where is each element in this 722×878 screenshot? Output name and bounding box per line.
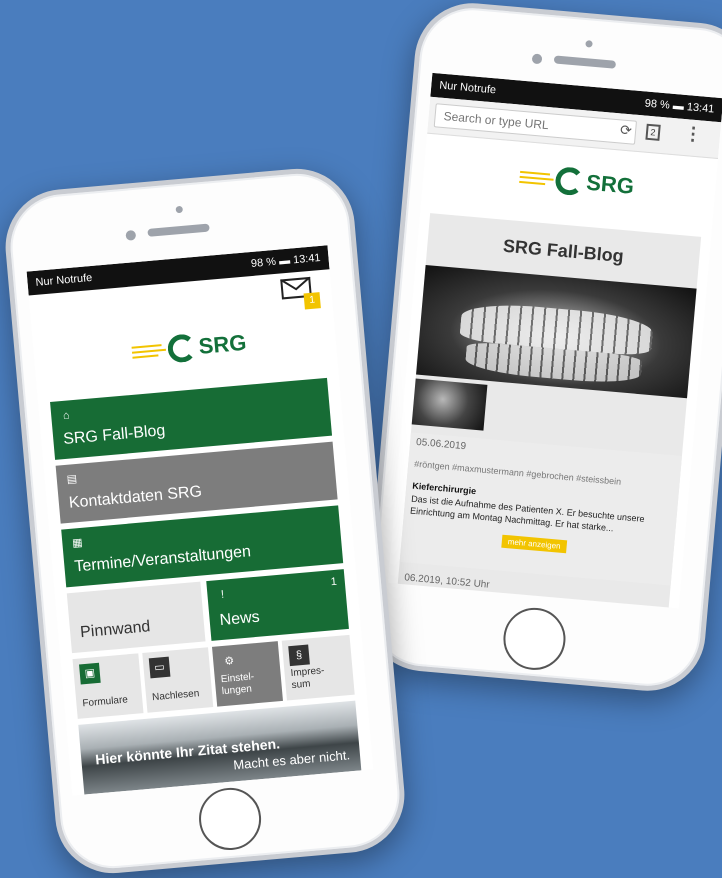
xray-thumbnail[interactable] <box>411 378 488 431</box>
exclamation-icon: ! <box>220 588 225 601</box>
logo-text: SRG <box>585 169 636 199</box>
home-button[interactable] <box>196 785 264 853</box>
tile-label: Nachlesen <box>151 688 200 704</box>
tile-label: SRG Fall-Blog <box>62 422 166 449</box>
battery-percent: 98 % <box>644 97 671 112</box>
front-sensor <box>175 205 184 214</box>
tile-label: Termine/Veranstaltungen <box>73 543 252 576</box>
post-date: 05.06.2019 <box>415 436 467 453</box>
chat-icon: ▭ <box>148 656 171 679</box>
clock: 13:41 <box>292 251 322 267</box>
phone-left: Nur Notrufe 98 % ▬ 13:41 1 SRG ⌂ SRG Fal… <box>0 164 410 878</box>
blog-section: SRG Fall-Blog 05.06.2019 #röntgen #maxmu… <box>397 213 702 609</box>
reload-icon[interactable]: ⟳ <box>619 121 632 139</box>
tile-news[interactable]: ! 1 News <box>206 569 349 641</box>
screen-left: Nur Notrufe 98 % ▬ 13:41 1 SRG ⌂ SRG Fal… <box>26 245 374 796</box>
tile-label: Formulare <box>81 694 129 710</box>
status-indicators: 98 % ▬ 13:41 <box>251 252 322 270</box>
clock: 13:41 <box>686 101 715 116</box>
more-button[interactable]: mehr anzeigen <box>501 534 568 554</box>
tile-pinnwand[interactable]: Pinnwand <box>66 581 206 654</box>
carrier-text: Nur Notrufe <box>438 79 497 97</box>
overflow-menu-icon[interactable]: ⋮ <box>683 123 703 145</box>
srg-logo: SRG <box>131 329 248 367</box>
tile-label: Einstel- lungen <box>220 671 255 698</box>
tile-nachlesen[interactable]: ▭ Nachlesen <box>142 647 214 713</box>
front-sensor <box>585 40 593 48</box>
battery-icon: ▬ <box>672 99 685 113</box>
calendar-icon: ▦ <box>71 536 84 550</box>
status-indicators: 98 % ▬ 13:41 <box>644 97 715 115</box>
home-icon: ⌂ <box>62 409 71 422</box>
tile-label: Pinnwand <box>79 618 152 642</box>
mail-badge: 1 <box>303 292 321 310</box>
screen-right: Nur Notrufe 98 % ▬ 13:41 ⟳ 2 ⋮ SRG SRG F… <box>387 72 722 609</box>
logo-lines <box>131 342 167 361</box>
post2-date: 06.2019, 10:52 Uhr <box>403 572 491 591</box>
news-badge: 1 <box>330 575 338 589</box>
form-icon: ▣ <box>79 662 101 685</box>
battery-percent: 98 % <box>250 255 277 270</box>
tile-impressum[interactable]: § Impres- sum <box>281 634 355 701</box>
tile-label: Impres- sum <box>290 665 325 692</box>
phone-right: Nur Notrufe 98 % ▬ 13:41 ⟳ 2 ⋮ SRG SRG F… <box>361 0 722 696</box>
tile-formulare[interactable]: ▣ Formulare <box>72 653 144 719</box>
front-camera <box>531 53 543 65</box>
gear-icon: ⚙ <box>223 655 235 668</box>
srg-logo: SRG <box>518 163 635 201</box>
front-camera <box>125 229 137 241</box>
carrier-text: Nur Notrufe <box>35 271 93 289</box>
logo-ring <box>554 166 585 197</box>
paragraph-icon: § <box>288 644 310 667</box>
xray-image[interactable] <box>416 264 697 399</box>
blog-title: SRG Fall-Blog <box>502 235 625 267</box>
speaker-grille <box>553 55 617 69</box>
speaker-grille <box>147 223 210 237</box>
logo-lines <box>519 169 554 188</box>
home-button[interactable] <box>500 605 569 673</box>
tile-label: Kontaktdaten SRG <box>68 483 203 512</box>
battery-icon: ▬ <box>278 254 291 268</box>
tile-einstellungen[interactable]: ⚙ Einstel- lungen <box>211 641 283 707</box>
tile-label: News <box>218 608 261 630</box>
tabs-button[interactable]: 2 <box>645 123 661 141</box>
logo-ring <box>166 333 198 364</box>
post-card[interactable]: 05.06.2019 #röntgen #maxmustermann #gebr… <box>399 432 682 586</box>
logo-text: SRG <box>197 329 248 359</box>
book-icon: ▤ <box>66 473 78 486</box>
